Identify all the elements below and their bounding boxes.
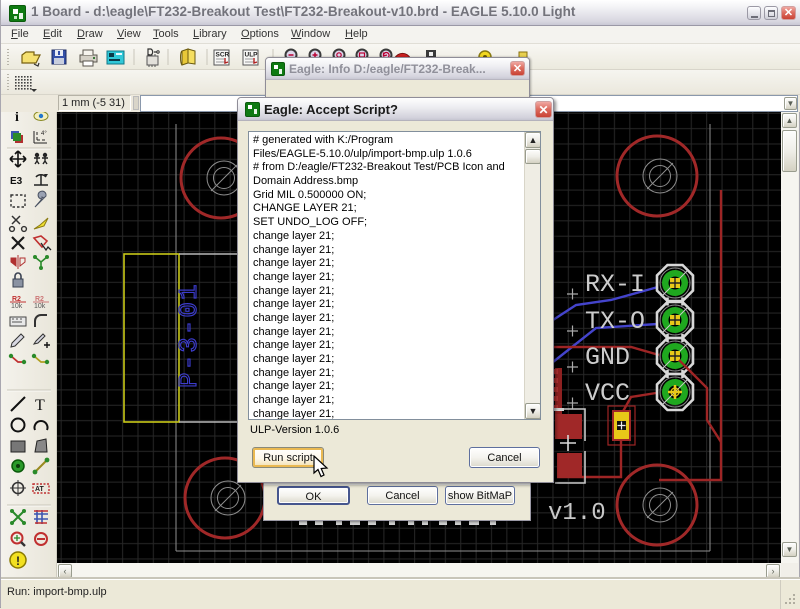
svg-text:E3: E3 — [10, 176, 23, 187]
svg-text:SCR: SCR — [216, 52, 230, 59]
svg-text:10k: 10k — [34, 303, 46, 310]
svg-text:i: i — [15, 112, 19, 125]
svg-text:v1.0: v1.0 — [548, 500, 606, 527]
svg-text:VCC: VCC — [585, 379, 630, 408]
svg-text:AT: AT — [35, 486, 45, 493]
svg-text:!: ! — [16, 554, 20, 568]
svg-text:RX-I: RX-I — [585, 270, 645, 299]
svg-text:10k: 10k — [11, 303, 23, 310]
svg-text:P-3-01: P-3-01 — [174, 282, 204, 388]
svg-text:ULP: ULP — [245, 52, 259, 59]
svg-text:TX-O: TX-O — [585, 307, 645, 336]
svg-text:T: T — [35, 397, 45, 414]
svg-text:4°: 4° — [41, 131, 47, 137]
svg-text:GND: GND — [585, 343, 630, 372]
